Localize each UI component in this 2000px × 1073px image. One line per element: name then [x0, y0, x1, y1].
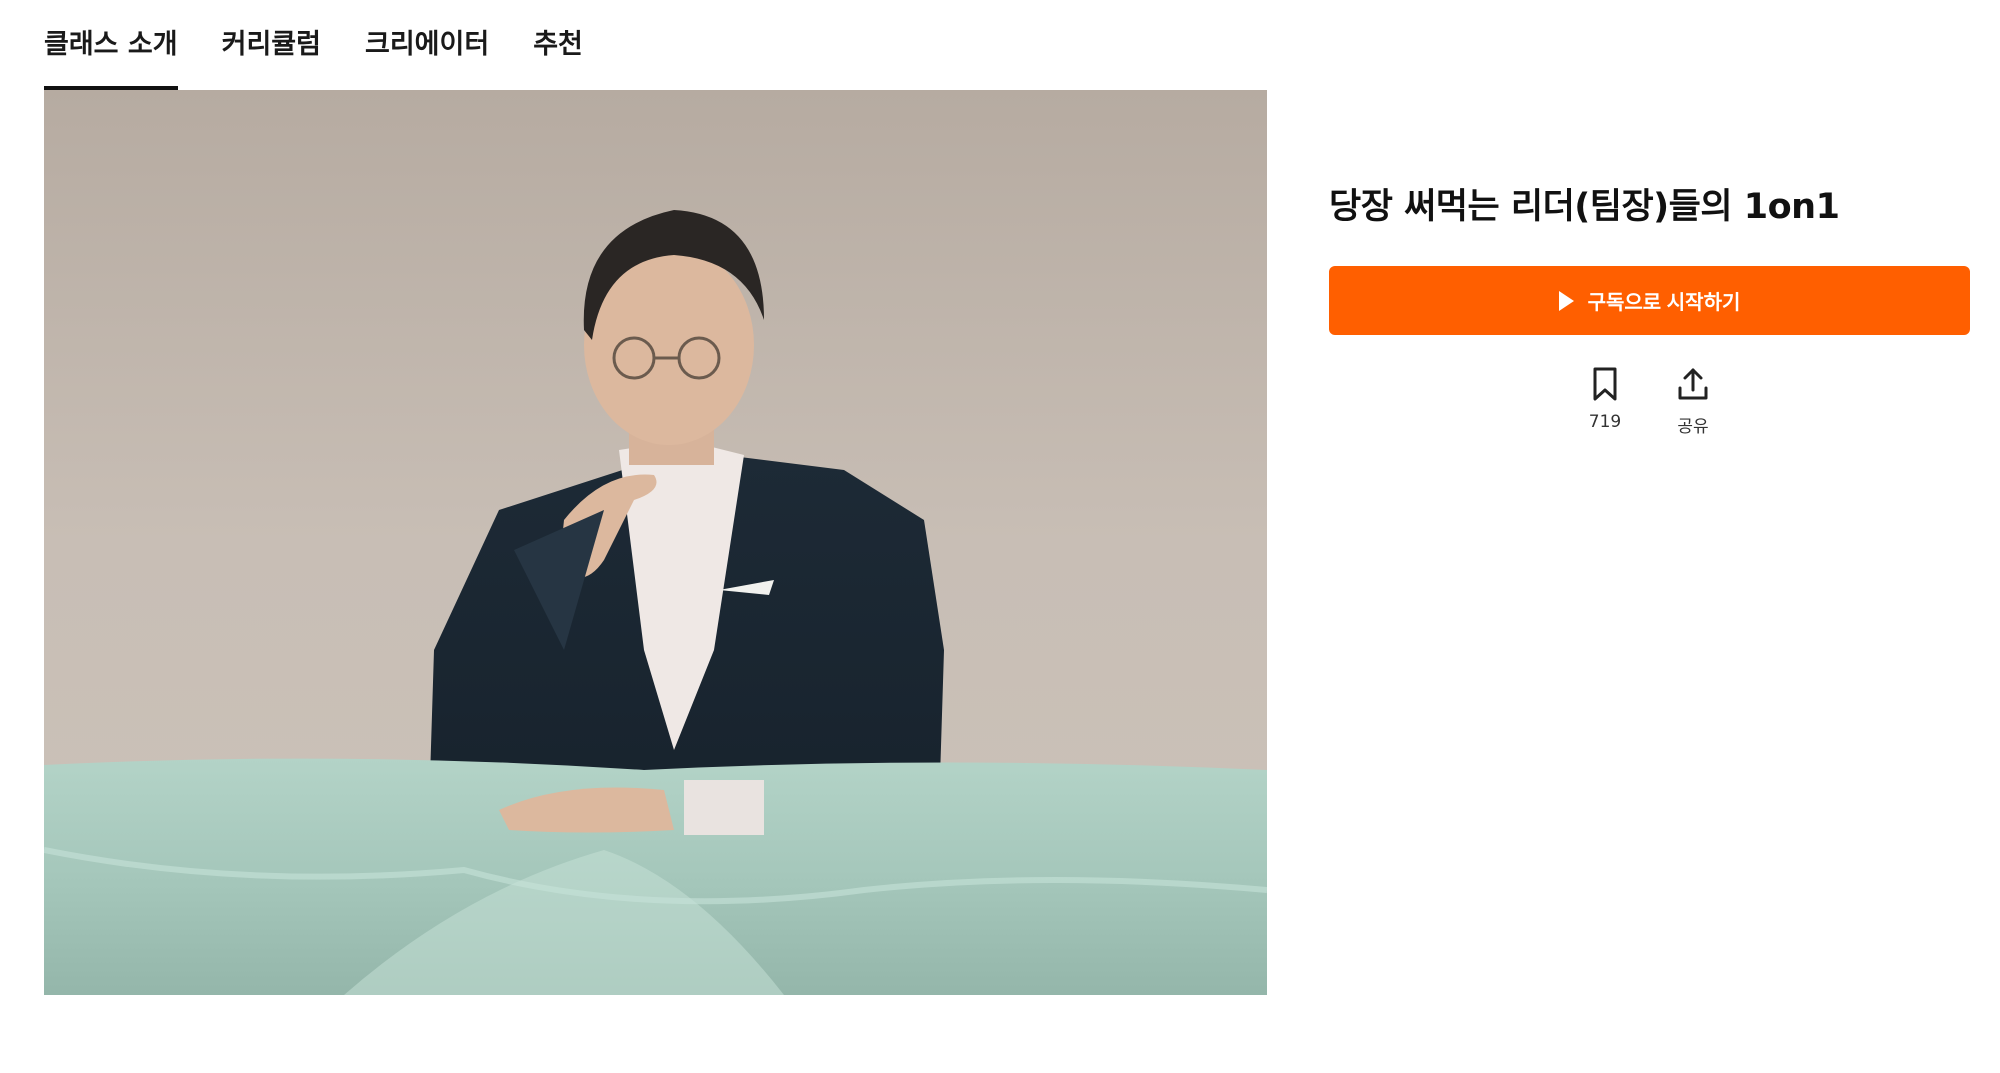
course-title: 당장 써먹는 리더(팀장)들의 1on1 [1329, 187, 1840, 227]
bookmark-count: 719 [1588, 412, 1622, 432]
tab-label: 클래스 소개 [44, 28, 178, 60]
tab-recommend[interactable]: 추천 [533, 0, 583, 90]
instructor-photo [44, 90, 1267, 995]
class-tabs: 클래스 소개 커리큘럼 크리에이터 추천 [44, 0, 627, 90]
tab-creator[interactable]: 크리에이터 [365, 0, 489, 90]
share-label: 공유 [1677, 417, 1709, 437]
page: 클래스 소개 커리큘럼 크리에이터 추천 당장 써먹는 리더(팀장)들의 1on… [0, 0, 2000, 1073]
tab-class-intro[interactable]: 클래스 소개 [44, 0, 178, 90]
bookmark-button[interactable]: 719 [1574, 366, 1636, 437]
play-icon [1558, 290, 1574, 311]
tab-label: 추천 [533, 28, 583, 60]
tab-label: 커리큘럼 [221, 28, 321, 60]
course-actions: 719 공유 [1574, 366, 1750, 437]
start-subscription-button[interactable]: 구독으로 시작하기 [1329, 266, 1970, 335]
tab-label: 크리에이터 [364, 28, 490, 60]
course-hero-image [44, 90, 1267, 995]
share-icon [1678, 368, 1708, 400]
tab-curriculum[interactable]: 커리큘럼 [222, 0, 321, 90]
bookmark-icon [1593, 367, 1617, 401]
share-button[interactable]: 공유 [1662, 366, 1724, 437]
cta-label: 구독으로 시작하기 [1587, 292, 1741, 314]
